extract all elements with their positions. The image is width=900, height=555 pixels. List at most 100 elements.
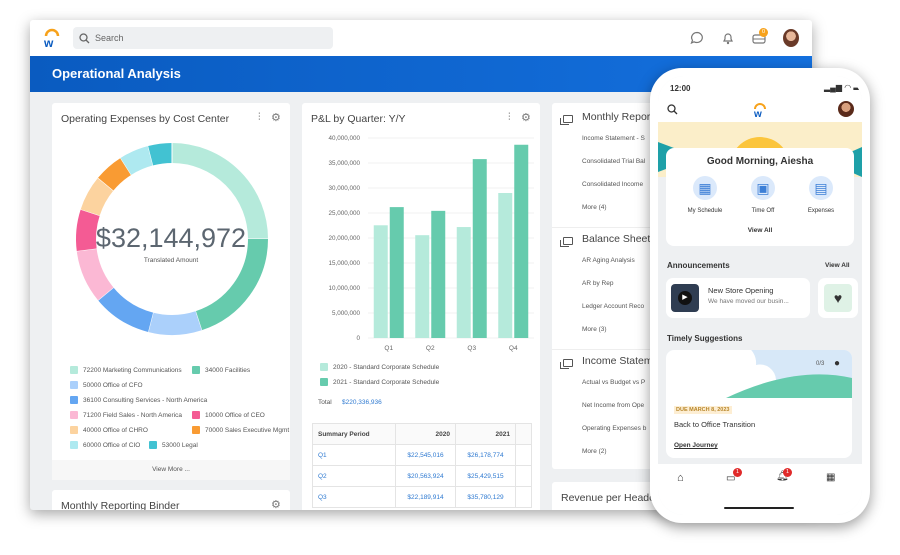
report-link[interactable]: Ledger Account Reco	[582, 303, 644, 310]
quick-action-label[interactable]: Expenses	[792, 208, 850, 214]
user-avatar[interactable]	[838, 101, 854, 117]
bar[interactable]	[431, 210, 446, 338]
legend-label: 70000 Sales Executive Mgmt	[205, 426, 290, 434]
gear-icon[interactable]: ⚙	[271, 498, 281, 510]
report-group-title[interactable]: Income Stateme	[582, 355, 658, 367]
legend-item: 53000 Legal	[149, 441, 198, 449]
suggestions-title: Timely Suggestions	[667, 334, 743, 343]
home-indicator[interactable]	[724, 507, 794, 509]
workday-logo[interactable]: w	[42, 28, 62, 48]
bell-icon[interactable]	[722, 31, 734, 45]
table-cell[interactable]: Q1	[312, 444, 396, 466]
legend-item: 2021 - Standard Corporate Schedule	[320, 378, 439, 386]
report-link[interactable]: Income Statement - S	[582, 135, 645, 142]
table-row: Q3 $22,189,914 $35,780,129	[312, 486, 532, 508]
table-cell[interactable]: Q3	[312, 486, 396, 508]
donut-slice[interactable]	[98, 287, 154, 332]
heart-icon: ♥	[824, 284, 852, 312]
donut-slice[interactable]	[80, 177, 114, 216]
table-header-row: Summary Period 2020 2021	[312, 423, 532, 445]
table-cell[interactable]: $22,545,016	[395, 444, 456, 466]
announcement-card[interactable]: ▶ New Store Opening We have moved our bu…	[666, 278, 810, 318]
y-tick-label: 5,000,000	[332, 310, 361, 317]
page-title: Operational Analysis	[52, 66, 181, 81]
report-link[interactable]: Consolidated Trial Bal	[582, 158, 645, 165]
operating-expenses-card: Operating Expenses by Cost Center ⫶ ⚙ $3…	[52, 103, 290, 480]
summary-table: Summary Period 2020 2021 Q1 $22,545,016 $2…	[312, 423, 532, 508]
calendar-icon[interactable]: ▦	[693, 176, 717, 200]
greeting: Good Morning, Aiesha	[706, 156, 814, 167]
phone-screen: 12:00 ▂▄▆ ◠ ▬ w Good Morning, Aiesha ▦ My…	[658, 76, 862, 515]
status-time: 12:00	[670, 84, 691, 93]
search-icon[interactable]	[667, 104, 678, 115]
receipt-icon[interactable]: ▤	[809, 176, 833, 200]
announcements-title: Announcements	[667, 261, 730, 270]
table-cell[interactable]: $22,189,914	[395, 486, 456, 508]
table-row: Q2 $20,563,924 $25,429,515	[312, 465, 532, 487]
table-cell[interactable]: Q2	[312, 465, 396, 487]
user-avatar[interactable]	[783, 29, 799, 47]
report-group-title[interactable]: Balance Sheet R	[582, 233, 661, 245]
bar[interactable]	[456, 227, 471, 338]
mobile-phone: 12:00 ▂▄▆ ◠ ▬ w Good Morning, Aiesha ▦ My…	[650, 68, 870, 523]
legend-item: 70000 Sales Executive Mgmt	[192, 426, 289, 434]
report-link[interactable]: Operating Expenses b	[582, 425, 646, 432]
table-cell[interactable]: $35,780,129	[455, 486, 516, 508]
legend-swatch	[70, 411, 78, 419]
gear-icon[interactable]: ⚙	[271, 111, 281, 124]
legend-label: 72200 Marketing Communications	[83, 366, 182, 374]
bar[interactable]	[514, 144, 529, 338]
report-link[interactable]: AR by Rep	[582, 280, 613, 287]
more-link[interactable]: More (3)	[582, 326, 607, 333]
svg-text:w: w	[43, 36, 54, 48]
report-link[interactable]: Net Income from Ope	[582, 402, 644, 409]
bar[interactable]	[415, 235, 430, 338]
legend-label: 34000 Facilities	[205, 366, 251, 374]
legend-swatch	[70, 381, 78, 389]
more-link[interactable]: More (4)	[582, 204, 607, 211]
filter-sliders-icon[interactable]: ⫶	[508, 112, 511, 123]
report-stack-icon	[560, 115, 573, 125]
announcement-card-2[interactable]: ♥	[818, 278, 858, 318]
suitcase-icon[interactable]: ▣	[751, 176, 775, 200]
open-journey-link[interactable]: Open Journey	[674, 442, 718, 449]
legend-label: 10000 Office of CEO	[205, 411, 265, 419]
chat-icon[interactable]	[690, 31, 704, 45]
search-input[interactable]: Search	[73, 27, 333, 49]
donut-slice[interactable]	[98, 157, 132, 191]
announcements-view-all[interactable]: View All	[825, 262, 850, 269]
bar[interactable]	[373, 225, 388, 338]
y-tick-label: 25,000,000	[328, 210, 360, 217]
gear-icon[interactable]: ⚙	[521, 111, 531, 124]
total-value[interactable]: $220,336,936	[342, 399, 382, 406]
quick-action-label[interactable]: Time Off	[734, 208, 792, 214]
report-link[interactable]: Actual vs Budget vs P	[582, 379, 645, 386]
card-title: P&L by Quarter: Y/Y	[311, 113, 406, 125]
table-cell[interactable]: $25,429,515	[455, 465, 516, 487]
suggestion-card[interactable]: 0/3 ● DUE MARCH 8, 2023 Back to Office T…	[666, 350, 852, 458]
bar[interactable]	[498, 193, 513, 338]
bar[interactable]	[389, 207, 404, 338]
legend-swatch	[70, 396, 78, 404]
quick-action-label[interactable]: My Schedule	[676, 208, 734, 214]
legend-item: 71200 Field Sales - North America	[70, 411, 182, 419]
top-bar: w Search 0	[30, 20, 812, 56]
apps-grid-icon[interactable]: ▦	[826, 472, 835, 483]
view-more-link[interactable]: View More ...	[52, 460, 290, 480]
table-cell[interactable]: $26,178,774	[455, 444, 516, 466]
legend-swatch	[320, 363, 328, 371]
table-cell[interactable]: $20,563,924	[395, 465, 456, 487]
donut-slice[interactable]	[120, 146, 154, 176]
bar[interactable]	[472, 159, 487, 338]
home-icon[interactable]: ⌂	[677, 472, 684, 484]
filter-sliders-icon[interactable]: ⫶	[258, 112, 261, 123]
legend-label: 2021 - Standard Corporate Schedule	[333, 378, 440, 386]
y-tick-label: 30,000,000	[328, 185, 360, 192]
donut-slice[interactable]	[148, 143, 173, 166]
donut-slice[interactable]	[148, 311, 202, 335]
legend-label: 36100 Consulting Services - North Americ…	[83, 396, 208, 404]
report-link[interactable]: AR Aging Analysis	[582, 257, 635, 264]
more-link[interactable]: More (2)	[582, 448, 607, 455]
report-link[interactable]: Consolidated Income	[582, 181, 643, 188]
view-all-link[interactable]: View All	[666, 227, 854, 234]
